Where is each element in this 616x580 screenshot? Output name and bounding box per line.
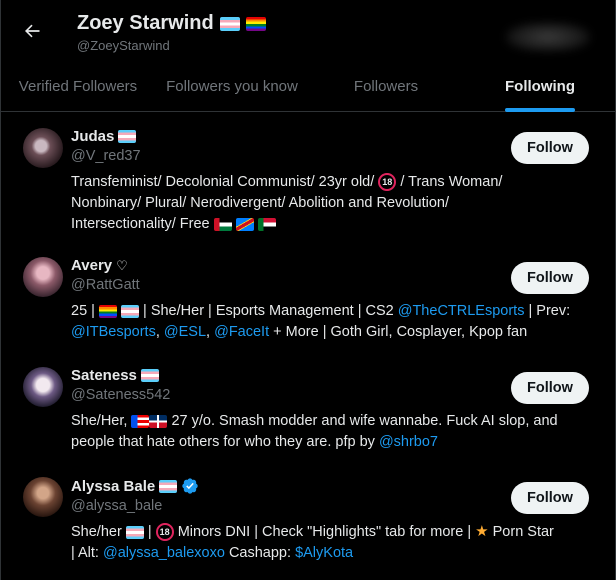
user-name[interactable]: Alyssa Bale [71,478,155,495]
bio-text: Transfeminist/ Decolonial Communist/ 23y… [71,174,375,190]
pride-flag-icon [245,16,266,31]
bio-text: | [147,524,152,540]
tab-label: Followers [353,77,419,95]
avatar[interactable] [23,257,63,297]
tab-verified-followers[interactable]: Verified Followers [1,60,155,112]
follow-button[interactable]: Follow [511,482,589,514]
bio-text: She/Her, [71,413,128,429]
bio-text: Cashapp: [228,545,292,561]
star-icon: ★ [475,523,489,540]
bio-text: , [206,324,211,340]
dominican-republic-flag-icon [149,414,168,428]
user-handle[interactable]: @V_red37 [71,148,141,164]
bio-text: | Alt: [71,545,99,561]
user-bio: She/her | 18 Minors DNI | Check "Highlig… [71,521,591,564]
mention-link[interactable]: @ITBesports [71,324,156,340]
user-handle[interactable]: @RattGatt [71,277,140,293]
user-bio: Transfeminist/ Decolonial Communist/ 23y… [71,172,591,235]
bio-text: / Trans Woman/ [400,174,503,190]
trans-flag-icon [219,16,240,31]
user-cell-avery[interactable]: Avery ♡ @RattGatt Follow 25 | | She/Her … [1,243,615,353]
bio-text: + More | Goth Girl, Cosplayer, Kpop fan [273,324,528,340]
user-name[interactable]: Sateness [71,367,137,384]
heart-icon: ♡ [116,257,128,273]
profile-handle: @ZoeyStarwind [77,38,170,53]
sudan-flag-icon [257,217,276,231]
palestine-flag-icon [213,217,232,231]
user-handle[interactable]: @alyssa_bale [71,498,199,514]
avatar[interactable] [23,367,63,407]
trans-flag-icon [121,304,139,318]
user-name-block: Alyssa Bale @alyssa_bale [71,477,199,514]
user-name[interactable]: Avery [71,257,112,274]
bio-text: 27 y/o. Smash modder and wife wannabe. F… [171,413,558,429]
user-cell-sateness[interactable]: Sateness @Sateness542 Follow She/Her, 27… [1,353,615,463]
tab-following[interactable]: Following [463,60,615,112]
bio-text: She/her [71,524,122,540]
pride-flag-icon [98,304,117,318]
bio-text: 25 | [71,303,95,319]
follow-button[interactable]: Follow [511,262,589,294]
blurred-element [505,22,591,52]
user-cell-alyssa-bale[interactable]: Alyssa Bale @alyssa_bale Follow She/her … [1,463,615,580]
bio-text: Nonbinary/ Plural/ Nerodivergent/ Abolit… [71,195,450,211]
mention-link[interactable]: @shrbo7 [379,434,438,450]
arrow-left-icon [25,24,40,38]
trans-flag-icon [159,479,178,493]
mention-link[interactable]: @ESL [164,324,206,340]
cashtag-link[interactable]: $AlyKota [295,545,353,561]
profile-name: Zoey Starwind [77,12,214,34]
mention-link[interactable]: @TheCTRLEsports [398,303,525,319]
trans-flag-icon [118,130,137,143]
tab-label: Following [505,77,575,95]
user-name-block: Judas @V_red37 [71,128,141,164]
puerto-rico-flag-icon [131,414,150,428]
back-button[interactable] [15,14,49,48]
avatar[interactable] [23,477,63,517]
verified-badge-icon [182,478,198,494]
follow-button[interactable]: Follow [511,372,589,404]
bio-text: | She/Her | Esports Management | CS2 [143,303,394,319]
user-name-block: Avery ♡ @RattGatt [71,257,140,293]
bio-text: , [155,324,160,340]
tab-followers-you-know[interactable]: Followers you know [155,60,309,112]
user-name[interactable]: Judas [71,128,114,145]
bio-text: | Prev: [528,303,571,319]
tab-bar: Verified Followers Followers you know Fo… [1,60,615,112]
bio-text: people that hate others for who they are… [71,434,375,450]
follow-button[interactable]: Follow [511,132,589,164]
user-bio: 25 | | She/Her | Esports Management | CS… [71,301,591,343]
following-page: Zoey Starwind @ZoeyStarwind Verified Fol… [0,0,616,580]
mention-link[interactable]: @alyssa_balexoxo [103,545,225,561]
tab-label: Followers you know [166,77,298,95]
tab-followers[interactable]: Followers [309,60,463,112]
bio-text: Intersectionality/ Free [71,216,210,232]
user-bio: She/Her, 27 y/o. Smash modder and wife w… [71,411,591,453]
trans-flag-icon [140,369,159,382]
user-handle[interactable]: @Sateness542 [71,387,170,403]
user-cell-judas[interactable]: Judas @V_red37 Follow Transfeminist/ Dec… [1,112,615,240]
bio-text: Minors DNI | Check "Highlights" tab for … [177,524,472,540]
tab-label: Verified Followers [18,77,138,95]
avatar[interactable] [23,128,63,168]
congo-flag-icon [235,217,254,231]
profile-header: Zoey Starwind @ZoeyStarwind Verified Fol… [1,0,615,112]
user-name-block: Sateness @Sateness542 [71,367,170,403]
no-under-18-icon: 18 [378,173,397,192]
mention-link[interactable]: @FaceIt [214,324,269,340]
profile-title-block: Zoey Starwind @ZoeyStarwind [77,12,266,53]
bio-text: Porn Star [492,524,554,540]
trans-flag-icon [125,525,144,539]
no-under-18-icon: 18 [155,523,174,542]
